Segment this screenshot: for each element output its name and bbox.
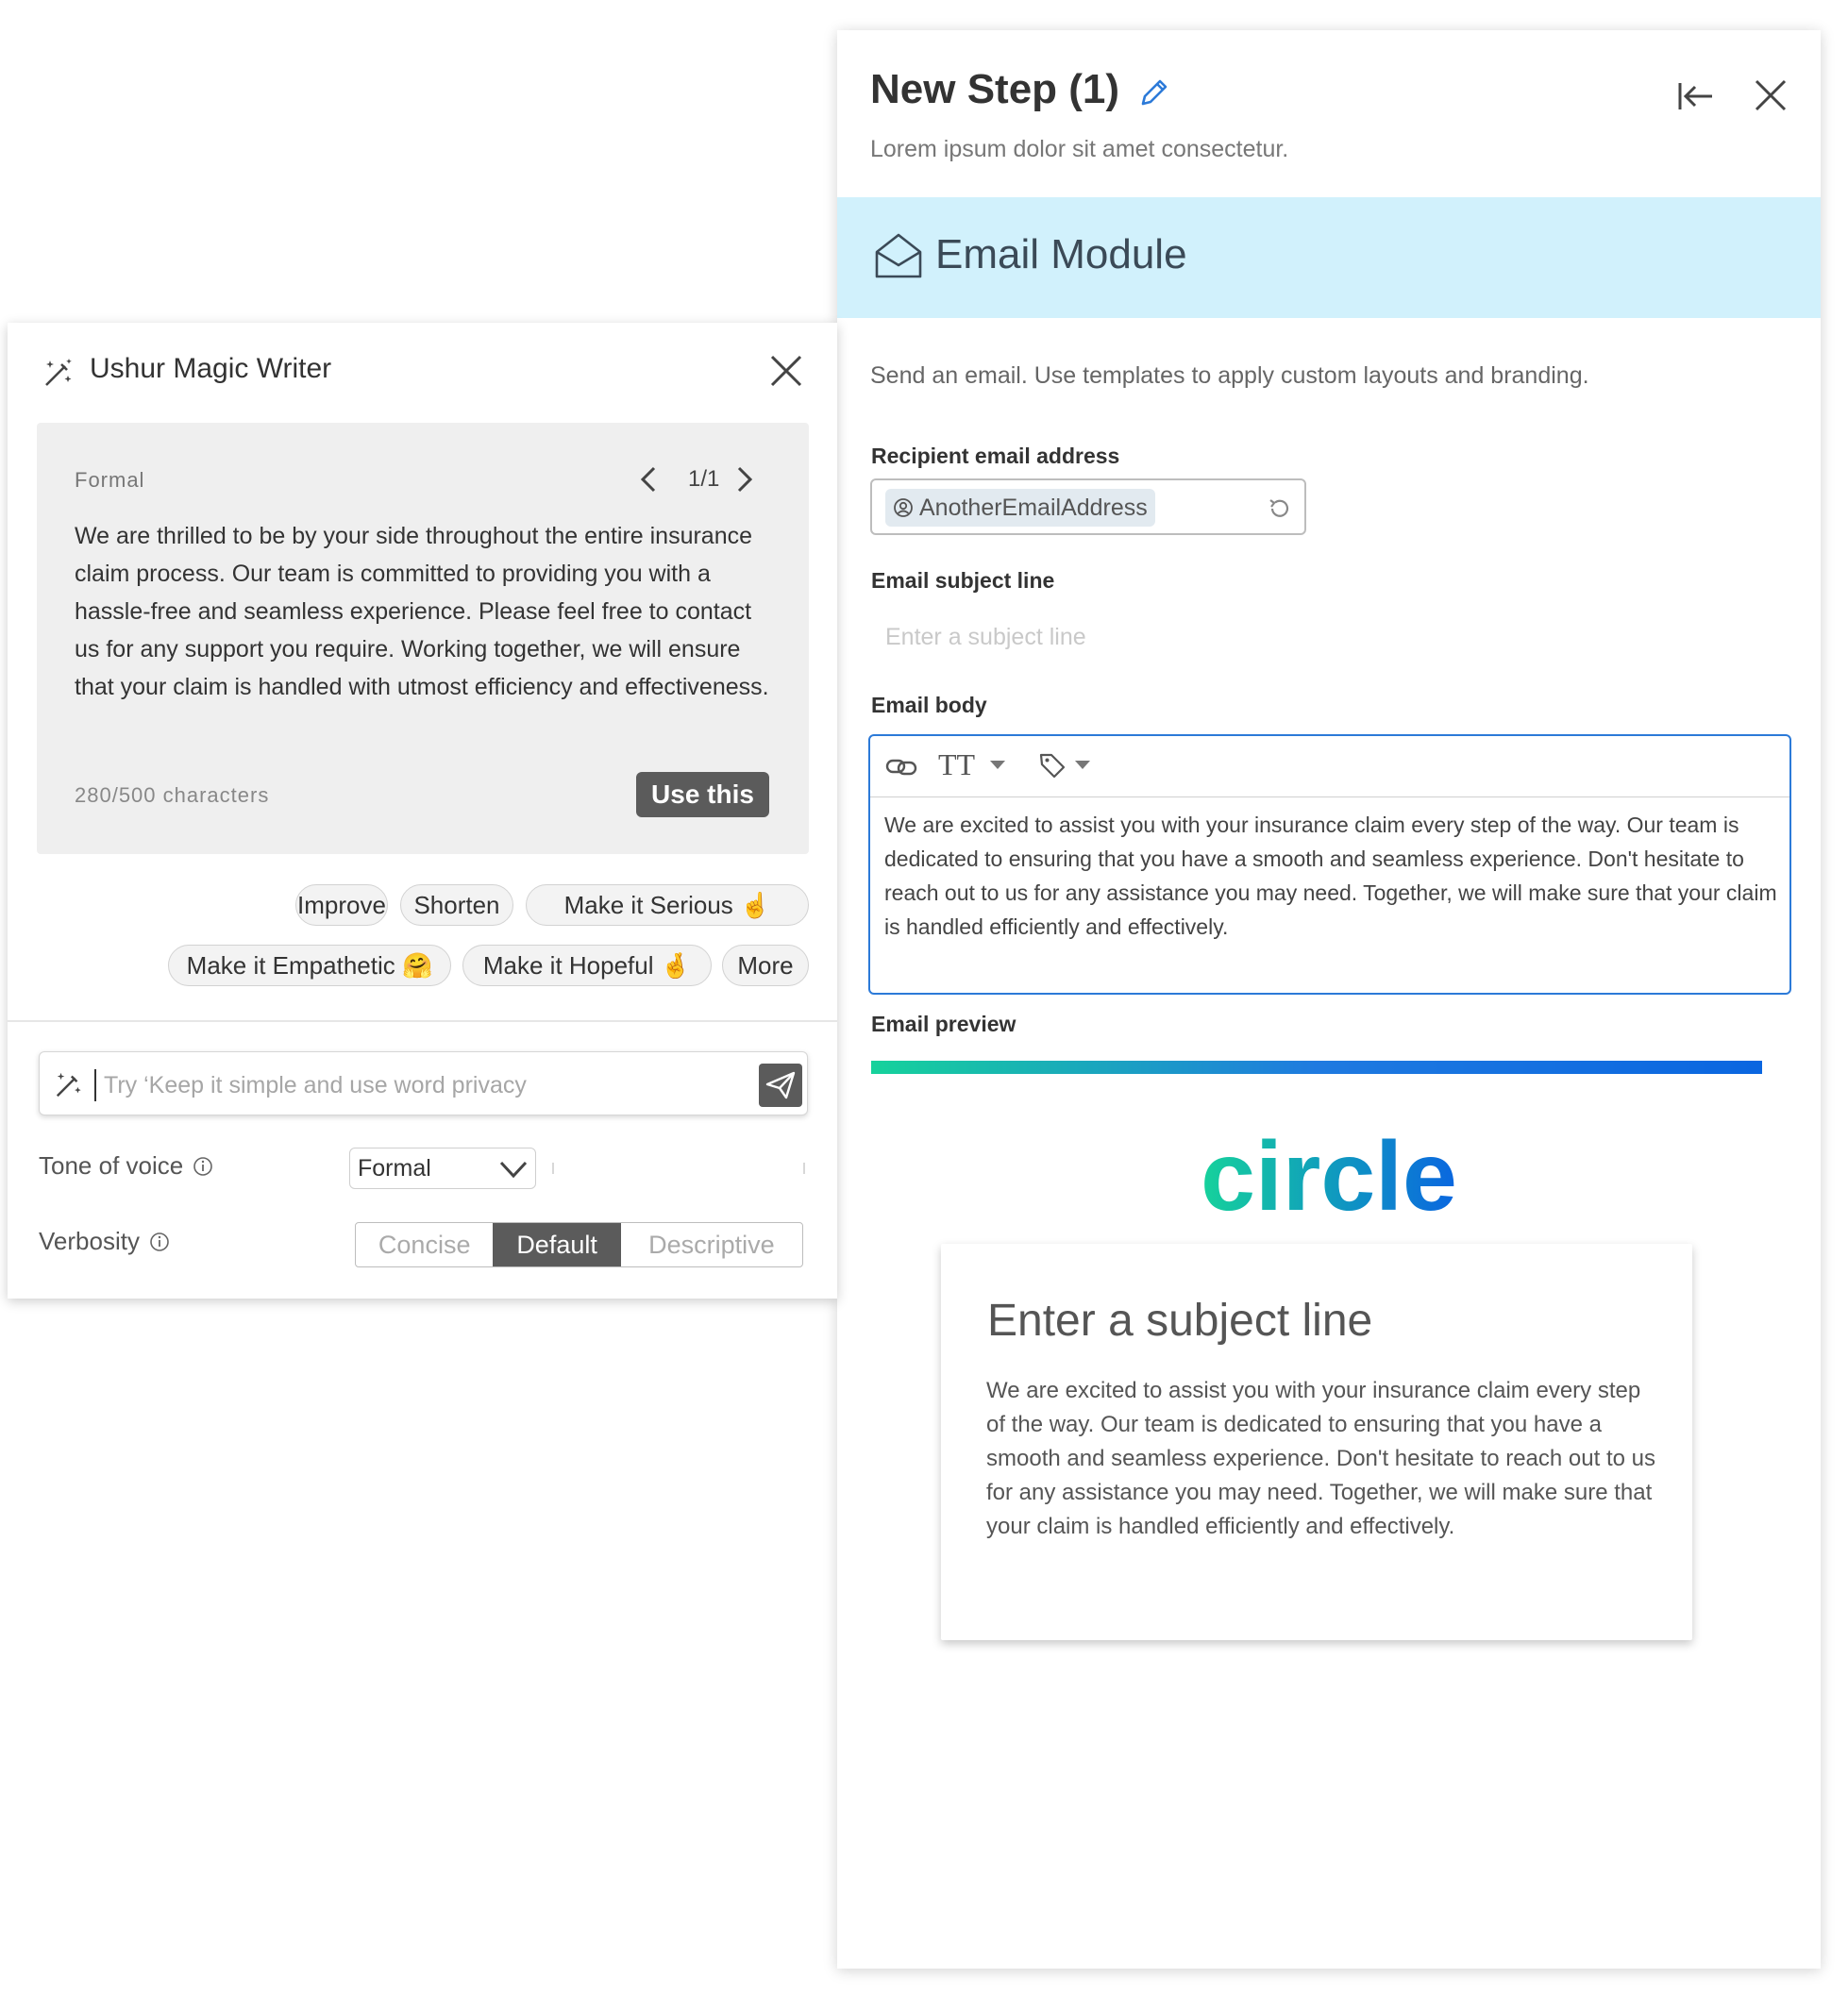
chevron-left-icon[interactable] [637,464,660,495]
module-title: Email Module [935,231,1187,277]
close-icon[interactable] [1751,75,1790,115]
more-button[interactable]: More [722,945,809,986]
suggestion-card: Formal 1/1 We are thrilled to be by your… [37,423,809,854]
suggestion-pager: 1/1 [688,466,720,492]
character-count: 280/500 characters [75,783,270,807]
text-style-caret-icon[interactable] [990,761,1005,769]
collapse-left-icon[interactable] [1674,75,1716,117]
suggestion-text: We are thrilled to be by your side throu… [75,523,769,700]
close-icon[interactable] [768,353,804,389]
subject-input[interactable] [870,613,1304,661]
shorten-button[interactable]: Shorten [400,884,513,926]
info-icon[interactable] [193,1156,213,1177]
logo-wordmark: circle [1201,1122,1457,1219]
send-icon [765,1071,796,1099]
verbosity-text: Verbosity [39,1227,140,1255]
pencil-icon[interactable] [1137,75,1171,109]
make-hopeful-button[interactable]: Make it Hopeful 🤞 [462,945,712,986]
tag-caret-icon[interactable] [1075,761,1090,769]
email-preview-label: Email preview [871,1012,1016,1036]
magic-wand-icon [56,1072,81,1098]
recipient-label: Recipient email address [871,444,1120,468]
module-description: Send an email. Use templates to apply cu… [870,362,1589,389]
prompt-field[interactable] [39,1051,808,1115]
magic-writer-title: Ushur Magic Writer [90,353,332,384]
tone-select[interactable]: Formal [349,1148,536,1189]
magic-writer-panel: Ushur Magic Writer Formal 1/1 We are thr… [8,323,837,1299]
refresh-icon[interactable] [1267,495,1293,522]
verbosity-default[interactable]: Default [493,1223,621,1266]
editor-toolbar: TT [870,736,1789,797]
improve-button[interactable]: Improve [295,884,388,926]
email-preview-card: Enter a subject line We are excited to a… [941,1244,1692,1640]
envelope-open-icon [875,233,922,278]
use-this-button[interactable]: Use this [636,772,769,817]
email-body-editor[interactable]: TT We are excited to assist you with you… [868,734,1791,995]
prompt-input[interactable] [102,1064,766,1107]
circle-logo: circle [1201,1122,1457,1219]
verbosity-label: Verbosity [39,1227,170,1256]
recipient-chip-label: AnotherEmailAddress [919,494,1148,521]
step-subtitle: Lorem ipsum dolor sit amet consectetur. [870,136,1289,162]
chevron-right-icon[interactable] [733,464,756,495]
slider-tick [552,1163,554,1174]
recipient-chip[interactable]: AnotherEmailAddress [885,489,1155,527]
send-button[interactable] [759,1064,802,1107]
preview-subject: Enter a subject line [987,1296,1373,1346]
suggestion-tone: Formal [75,468,145,492]
info-icon[interactable] [149,1232,170,1252]
recipient-field[interactable]: AnotherEmailAddress [870,478,1306,535]
divider [8,1020,837,1022]
tone-select-value: Formal [358,1155,431,1182]
slider-tick [803,1163,805,1174]
preview-accent-bar [871,1061,1762,1074]
tone-of-voice-label: Tone of voice [39,1151,213,1181]
tag-icon[interactable] [1038,751,1067,780]
preview-body: We are excited to assist you with your i… [986,1378,1655,1539]
text-style-button[interactable]: TT [938,747,975,782]
step-panel: New Step (1) Lorem ipsum dolor sit amet … [837,30,1821,1969]
chevron-down-icon [499,1161,528,1179]
person-icon [894,498,913,517]
make-empathetic-button[interactable]: Make it Empathetic 🤗 [168,945,451,986]
text-cursor [94,1069,96,1101]
magic-wand-icon [45,359,72,386]
verbosity-descriptive[interactable]: Descriptive [621,1223,802,1266]
email-body-text[interactable]: We are excited to assist you with your i… [884,808,1781,944]
link-icon[interactable] [885,753,917,781]
module-header: Email Module [837,197,1821,318]
subject-label: Email subject line [871,568,1055,593]
tone-of-voice-text: Tone of voice [39,1151,184,1180]
email-body-label: Email body [871,693,987,717]
verbosity-segmented-control: Concise Default Descriptive [355,1222,803,1267]
verbosity-concise[interactable]: Concise [356,1223,493,1266]
step-title: New Step (1) [870,66,1120,112]
make-serious-button[interactable]: Make it Serious ☝️ [526,884,809,926]
